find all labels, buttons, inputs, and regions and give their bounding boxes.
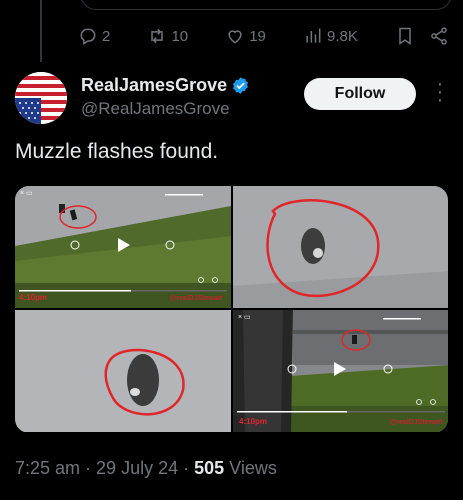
author-display-name: RealJamesGrove [81,75,228,95]
bookmark-button[interactable] [395,26,415,46]
follow-button[interactable]: Follow [304,78,416,110]
heart-icon [228,30,242,44]
zoomed-roof-image-2 [15,310,231,432]
bookmark-icon [399,27,411,45]
avatar[interactable] [15,72,67,124]
analytics-icon [306,28,321,43]
like-button[interactable]: 19 [225,26,266,46]
tweet-views-count[interactable]: 505 [194,458,224,478]
retweet-button[interactable]: 10 [147,26,188,46]
meta-separator: · [178,458,195,478]
reply-button[interactable]: 2 [78,26,110,46]
retweet-icon [151,28,164,44]
media-item-3[interactable] [15,310,231,432]
tweet-text: Muzzle flashes found. [15,140,219,163]
media-item-2[interactable] [233,186,448,308]
previous-tweet-action-bar: 2 10 19 9.8K [78,22,449,50]
tweet-time[interactable]: 7:25 am [15,458,80,478]
previous-card-edge [80,0,452,10]
tweet-date[interactable]: 29 July 24 [96,458,178,478]
retweet-count: 10 [171,27,189,45]
verified-badge-icon [231,76,250,95]
more-options-icon[interactable]: · · · [432,74,448,110]
author-name-row[interactable]: RealJamesGrove [81,75,250,96]
author-handle[interactable]: @RealJamesGrove [81,99,230,119]
meta-separator: · [80,458,97,478]
video-frame-image-2: × ▭ [233,310,448,432]
reply-icon [80,28,96,45]
media-item-4[interactable]: × ▭ 4:10pm @realDJStewart [233,310,448,432]
tweet-views-label: Views [224,458,277,478]
svg-text:× ▭: × ▭ [20,190,33,197]
thread-connector-line [40,0,42,62]
zoomed-roof-image [233,186,448,308]
share-button[interactable] [429,26,449,46]
flag-avatar-image [15,72,67,124]
reply-count: 2 [102,27,111,45]
video-frame-image: × ▭ [15,186,231,308]
media-item-1[interactable]: × ▭ 4:10pm @realDJStewart [15,186,231,308]
svg-text:× ▭: × ▭ [238,314,251,321]
tweet-author-row: RealJamesGrove @RealJamesGrove Follow · ·… [15,72,448,124]
video-watermark-label: @realDJStewart [389,419,443,426]
views-button[interactable]: 9.8K [303,26,358,46]
video-timestamp-label: 4:10pm [239,417,268,426]
video-watermark-label: @realDJStewart [169,295,223,302]
tweet-meta: 7:25 am · 29 July 24 · 505 Views [15,458,277,479]
tweet-media-grid: × ▭ 4:10pm @realDJStewart × ▭ 4:10pm @re… [15,186,448,433]
views-count: 9.8K [327,27,358,45]
video-timestamp-label: 4:10pm [19,293,48,302]
share-icon [431,27,447,45]
like-count: 19 [249,27,266,45]
